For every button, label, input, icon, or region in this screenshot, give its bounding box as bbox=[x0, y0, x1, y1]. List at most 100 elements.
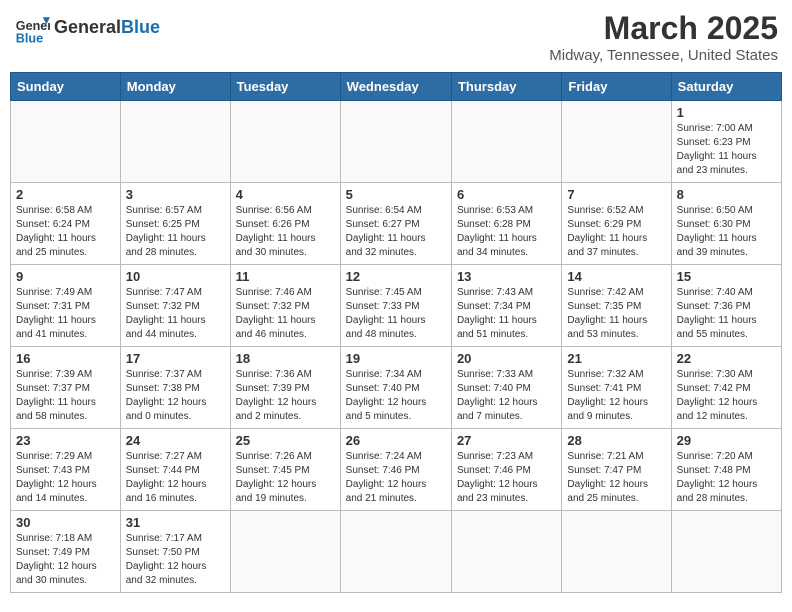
day-info: Sunrise: 6:50 AM Sunset: 6:30 PM Dayligh… bbox=[677, 204, 776, 260]
day-number: 6 bbox=[457, 187, 556, 202]
calendar-cell bbox=[340, 511, 451, 593]
day-info: Sunrise: 6:58 AM Sunset: 6:24 PM Dayligh… bbox=[16, 204, 115, 260]
day-number: 13 bbox=[457, 269, 556, 284]
day-number: 29 bbox=[677, 433, 776, 448]
day-number: 12 bbox=[346, 269, 446, 284]
calendar-cell bbox=[340, 101, 451, 183]
day-number: 17 bbox=[126, 351, 225, 366]
calendar-cell bbox=[120, 101, 230, 183]
calendar-cell: 30 Sunrise: 7:18 AM Sunset: 7:49 PM Dayli… bbox=[11, 511, 121, 593]
day-number: 23 bbox=[16, 433, 115, 448]
logo: General Blue GeneralBlue bbox=[14, 10, 160, 46]
weekday-header-monday: Monday bbox=[120, 73, 230, 101]
calendar-cell: 12 Sunrise: 7:45 AM Sunset: 7:33 PM Dayli… bbox=[340, 265, 451, 347]
calendar-cell: 16 Sunrise: 7:39 AM Sunset: 7:37 PM Dayli… bbox=[11, 347, 121, 429]
day-info: Sunrise: 7:32 AM Sunset: 7:41 PM Dayligh… bbox=[567, 368, 665, 424]
month-title: March 2025 bbox=[549, 10, 778, 47]
calendar-cell: 31Sunrise: 7:17 AM Sunset: 7:50 PM Dayli… bbox=[120, 511, 230, 593]
weekday-header-thursday: Thursday bbox=[451, 73, 561, 101]
day-number: 19 bbox=[346, 351, 446, 366]
week-row-1: 1 Sunrise: 7:00 AM Sunset: 6:23 PM Daylig… bbox=[11, 101, 782, 183]
calendar-cell: 11 Sunrise: 7:46 AM Sunset: 7:32 PM Dayli… bbox=[230, 265, 340, 347]
calendar-table: SundayMondayTuesdayWednesdayThursdayFrid… bbox=[10, 72, 782, 593]
day-info: Sunrise: 7:00 AM Sunset: 6:23 PM Dayligh… bbox=[677, 122, 776, 178]
day-number: 24 bbox=[126, 433, 225, 448]
day-info: Sunrise: 6:53 AM Sunset: 6:28 PM Dayligh… bbox=[457, 204, 556, 260]
day-number: 20 bbox=[457, 351, 556, 366]
day-info: Sunrise: 7:47 AM Sunset: 7:32 PM Dayligh… bbox=[126, 286, 225, 342]
day-info: Sunrise: 7:23 AM Sunset: 7:46 PM Dayligh… bbox=[457, 450, 556, 506]
calendar-cell: 14 Sunrise: 7:42 AM Sunset: 7:35 PM Dayli… bbox=[562, 265, 671, 347]
day-info: Sunrise: 7:43 AM Sunset: 7:34 PM Dayligh… bbox=[457, 286, 556, 342]
week-row-6: 30 Sunrise: 7:18 AM Sunset: 7:49 PM Dayli… bbox=[11, 511, 782, 593]
day-info: Sunrise: 7:24 AM Sunset: 7:46 PM Dayligh… bbox=[346, 450, 446, 506]
day-number: 22 bbox=[677, 351, 776, 366]
week-row-4: 16 Sunrise: 7:39 AM Sunset: 7:37 PM Dayli… bbox=[11, 347, 782, 429]
calendar-cell: 25Sunrise: 7:26 AM Sunset: 7:45 PM Dayli… bbox=[230, 429, 340, 511]
day-number: 5 bbox=[346, 187, 446, 202]
calendar-cell bbox=[451, 101, 561, 183]
calendar-cell bbox=[230, 101, 340, 183]
day-info: Sunrise: 7:40 AM Sunset: 7:36 PM Dayligh… bbox=[677, 286, 776, 342]
calendar-cell: 5Sunrise: 6:54 AM Sunset: 6:27 PM Daylig… bbox=[340, 183, 451, 265]
calendar-cell bbox=[11, 101, 121, 183]
weekday-header-tuesday: Tuesday bbox=[230, 73, 340, 101]
title-section: March 2025 Midway, Tennessee, United Sta… bbox=[549, 10, 778, 64]
day-info: Sunrise: 7:29 AM Sunset: 7:43 PM Dayligh… bbox=[16, 450, 115, 506]
svg-text:Blue: Blue bbox=[16, 31, 43, 45]
day-info: Sunrise: 7:42 AM Sunset: 7:35 PM Dayligh… bbox=[567, 286, 665, 342]
calendar-cell: 7 Sunrise: 6:52 AM Sunset: 6:29 PM Daylig… bbox=[562, 183, 671, 265]
calendar-cell: 23 Sunrise: 7:29 AM Sunset: 7:43 PM Dayli… bbox=[11, 429, 121, 511]
day-number: 30 bbox=[16, 515, 115, 530]
day-number: 3 bbox=[126, 187, 225, 202]
calendar-cell: 26Sunrise: 7:24 AM Sunset: 7:46 PM Dayli… bbox=[340, 429, 451, 511]
calendar-cell: 28Sunrise: 7:21 AM Sunset: 7:47 PM Dayli… bbox=[562, 429, 671, 511]
day-number: 9 bbox=[16, 269, 115, 284]
calendar-cell: 17Sunrise: 7:37 AM Sunset: 7:38 PM Dayli… bbox=[120, 347, 230, 429]
calendar-cell: 24Sunrise: 7:27 AM Sunset: 7:44 PM Dayli… bbox=[120, 429, 230, 511]
day-number: 18 bbox=[236, 351, 335, 366]
calendar-cell bbox=[562, 511, 671, 593]
calendar-cell bbox=[671, 511, 781, 593]
calendar-cell: 1 Sunrise: 7:00 AM Sunset: 6:23 PM Daylig… bbox=[671, 101, 781, 183]
logo-icon: General Blue bbox=[14, 10, 50, 46]
calendar-cell: 18 Sunrise: 7:36 AM Sunset: 7:39 PM Dayli… bbox=[230, 347, 340, 429]
week-row-3: 9Sunrise: 7:49 AM Sunset: 7:31 PM Daylig… bbox=[11, 265, 782, 347]
day-info: Sunrise: 7:26 AM Sunset: 7:45 PM Dayligh… bbox=[236, 450, 335, 506]
day-info: Sunrise: 7:33 AM Sunset: 7:40 PM Dayligh… bbox=[457, 368, 556, 424]
day-number: 7 bbox=[567, 187, 665, 202]
day-number: 11 bbox=[236, 269, 335, 284]
day-info: Sunrise: 7:17 AM Sunset: 7:50 PM Dayligh… bbox=[126, 532, 225, 588]
day-number: 4 bbox=[236, 187, 335, 202]
day-info: Sunrise: 6:57 AM Sunset: 6:25 PM Dayligh… bbox=[126, 204, 225, 260]
week-row-5: 23 Sunrise: 7:29 AM Sunset: 7:43 PM Dayli… bbox=[11, 429, 782, 511]
calendar-cell: 8Sunrise: 6:50 AM Sunset: 6:30 PM Daylig… bbox=[671, 183, 781, 265]
calendar-cell: 6 Sunrise: 6:53 AM Sunset: 6:28 PM Daylig… bbox=[451, 183, 561, 265]
calendar-cell: 15Sunrise: 7:40 AM Sunset: 7:36 PM Dayli… bbox=[671, 265, 781, 347]
day-info: Sunrise: 7:39 AM Sunset: 7:37 PM Dayligh… bbox=[16, 368, 115, 424]
calendar-cell bbox=[562, 101, 671, 183]
day-info: Sunrise: 7:45 AM Sunset: 7:33 PM Dayligh… bbox=[346, 286, 446, 342]
calendar-cell: 20 Sunrise: 7:33 AM Sunset: 7:40 PM Dayli… bbox=[451, 347, 561, 429]
day-number: 27 bbox=[457, 433, 556, 448]
day-info: Sunrise: 7:18 AM Sunset: 7:49 PM Dayligh… bbox=[16, 532, 115, 588]
weekday-header-saturday: Saturday bbox=[671, 73, 781, 101]
calendar-cell: 19Sunrise: 7:34 AM Sunset: 7:40 PM Dayli… bbox=[340, 347, 451, 429]
day-number: 21 bbox=[567, 351, 665, 366]
calendar-cell: 29 Sunrise: 7:20 AM Sunset: 7:48 PM Dayli… bbox=[671, 429, 781, 511]
weekday-header-friday: Friday bbox=[562, 73, 671, 101]
calendar-cell: 2 Sunrise: 6:58 AM Sunset: 6:24 PM Daylig… bbox=[11, 183, 121, 265]
day-number: 16 bbox=[16, 351, 115, 366]
calendar-cell: 4Sunrise: 6:56 AM Sunset: 6:26 PM Daylig… bbox=[230, 183, 340, 265]
weekday-header-sunday: Sunday bbox=[11, 73, 121, 101]
day-info: Sunrise: 7:30 AM Sunset: 7:42 PM Dayligh… bbox=[677, 368, 776, 424]
day-info: Sunrise: 7:36 AM Sunset: 7:39 PM Dayligh… bbox=[236, 368, 335, 424]
location-title: Midway, Tennessee, United States bbox=[549, 47, 778, 64]
week-row-2: 2 Sunrise: 6:58 AM Sunset: 6:24 PM Daylig… bbox=[11, 183, 782, 265]
day-number: 1 bbox=[677, 105, 776, 120]
day-number: 2 bbox=[16, 187, 115, 202]
day-info: Sunrise: 6:52 AM Sunset: 6:29 PM Dayligh… bbox=[567, 204, 665, 260]
day-number: 14 bbox=[567, 269, 665, 284]
day-info: Sunrise: 7:46 AM Sunset: 7:32 PM Dayligh… bbox=[236, 286, 335, 342]
day-info: Sunrise: 7:20 AM Sunset: 7:48 PM Dayligh… bbox=[677, 450, 776, 506]
